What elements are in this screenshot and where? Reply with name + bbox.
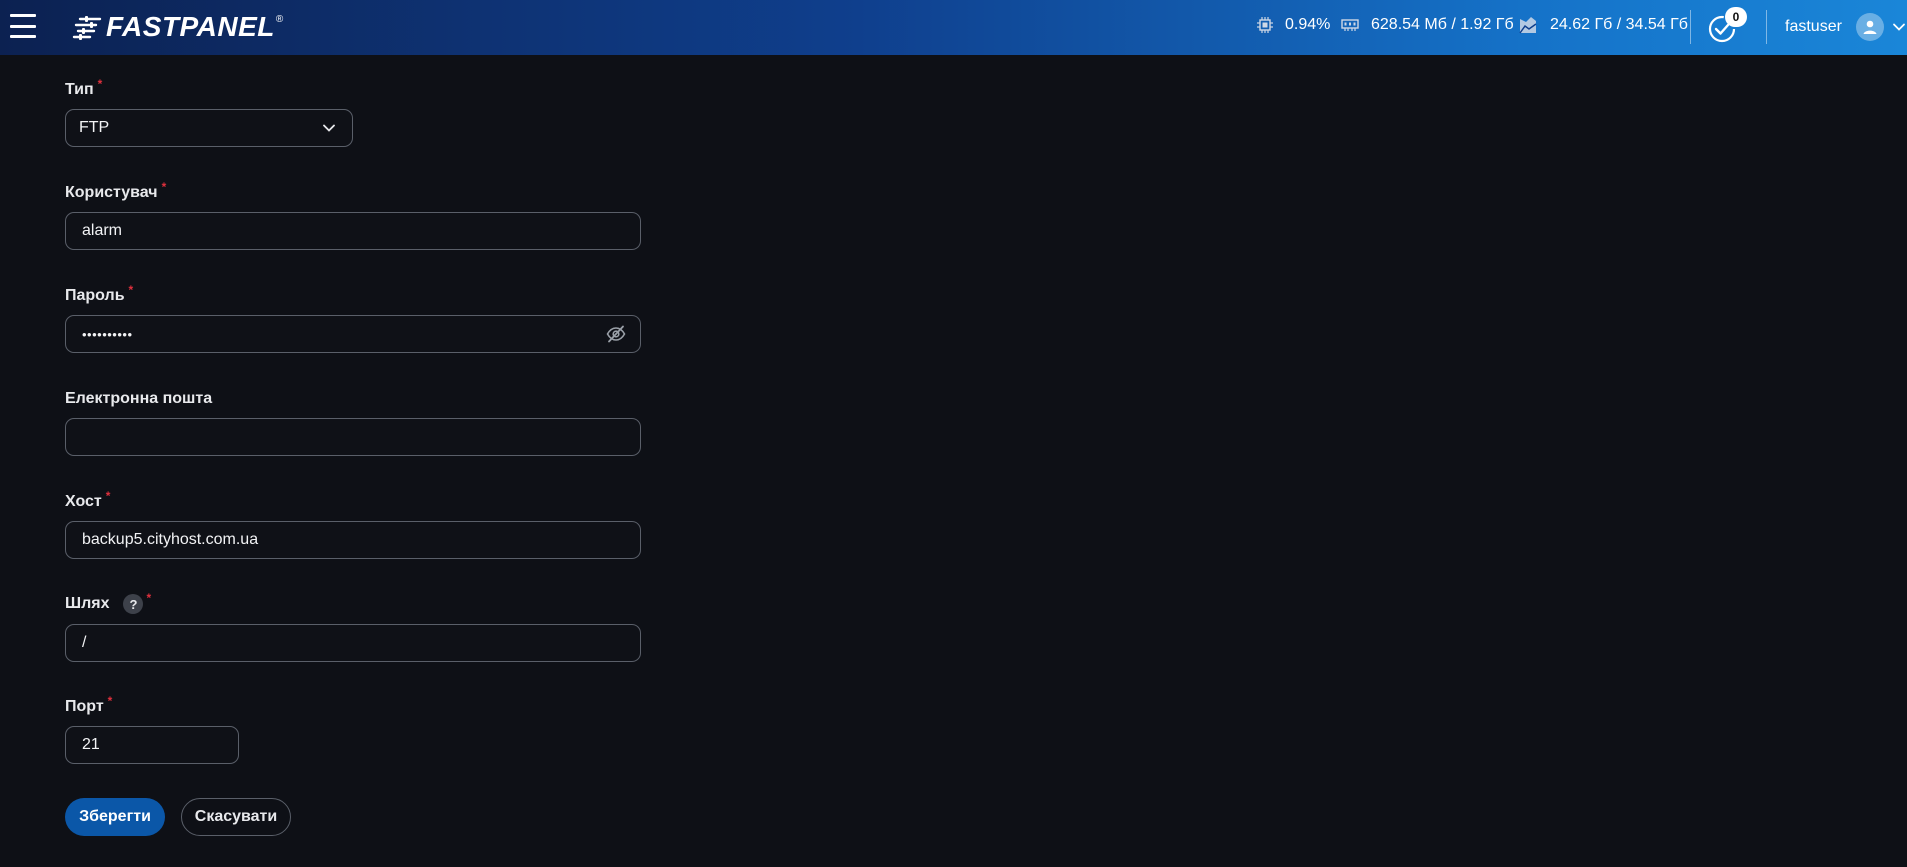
ram-usage: 628.54 Мб / 1.92 Гб [1341,16,1514,34]
user-label-text: Користувач [65,184,158,201]
tasks-count-badge: 0 [1725,7,1747,27]
port-input[interactable]: 21 [65,726,239,764]
chevron-down-icon [1893,23,1905,31]
logo-text: FASTPANEL [106,11,275,42]
user-icon [1855,13,1884,41]
cpu-usage: 0.94% [1257,16,1330,34]
required-mark: * [161,180,167,194]
menu-icon[interactable] [10,14,36,38]
chevron-down-icon [323,124,335,132]
type-label-text: Тип [65,81,94,98]
disk-usage: 24.62 Гб / 34.54 Гб [1518,16,1688,34]
user-input-value: alarm [82,222,123,239]
disk-value: 24.62 Гб / 34.54 Гб [1550,16,1688,33]
email-label: Електронна пошта [65,390,212,408]
port-label: Порт * [65,694,112,716]
password-input[interactable]: •••••••••• [65,315,641,353]
path-input[interactable]: / [65,624,641,662]
password-label: Пароль * [65,283,133,305]
logo-mark-icon [72,16,102,40]
help-icon[interactable]: ? [123,594,144,614]
password-input-value: •••••••••• [82,326,133,342]
save-button[interactable]: Зберегти [65,798,165,836]
host-label: Хост * [65,489,110,511]
backup-storage-form: Тип * FTP Користувач * alarm Пароль * ••… [0,55,1907,867]
fastpanel-logo[interactable]: FASTPANEL ® [72,11,284,42]
port-input-value: 21 [82,736,100,753]
cancel-button[interactable]: Скасувати [181,798,291,836]
port-label-text: Порт [65,698,104,715]
password-label-text: Пароль [65,287,125,304]
logo-registered-mark: ® [275,14,284,25]
required-mark: * [105,489,111,503]
header-divider [1690,10,1691,44]
username: fastuser [1785,18,1842,35]
cpu-icon [1257,17,1273,33]
disk-icon [1519,17,1537,34]
ram-value: 628.54 Мб / 1.92 Гб [1371,16,1514,33]
email-label-text: Електронна пошта [65,390,213,407]
path-label-text: Шлях [65,595,110,612]
user-input[interactable]: alarm [65,212,641,250]
ram-icon [1341,19,1359,31]
header-divider [1766,10,1767,44]
user-label: Користувач * [65,180,166,202]
path-input-value: / [82,634,87,651]
email-input[interactable] [65,418,641,456]
host-input[interactable]: backup5.cityhost.com.ua [65,521,641,559]
type-select[interactable]: FTP [65,109,353,147]
type-select-value: FTP [79,119,110,136]
cpu-value: 0.94% [1285,16,1331,33]
type-label: Тип * [65,77,102,99]
path-label: Шлях ? * [65,591,151,614]
host-label-text: Хост [65,493,102,510]
required-mark: * [97,77,103,91]
host-input-value: backup5.cityhost.com.ua [82,531,259,548]
required-mark: * [107,694,113,708]
top-navbar: FASTPANEL ® 0.94% 628.54 Мб / 1.92 Гб 24… [0,0,1907,55]
eye-slash-icon[interactable] [606,325,626,343]
user-menu[interactable]: fastuser [1785,10,1906,44]
required-mark: * [128,283,134,297]
required-mark: * [146,591,152,605]
